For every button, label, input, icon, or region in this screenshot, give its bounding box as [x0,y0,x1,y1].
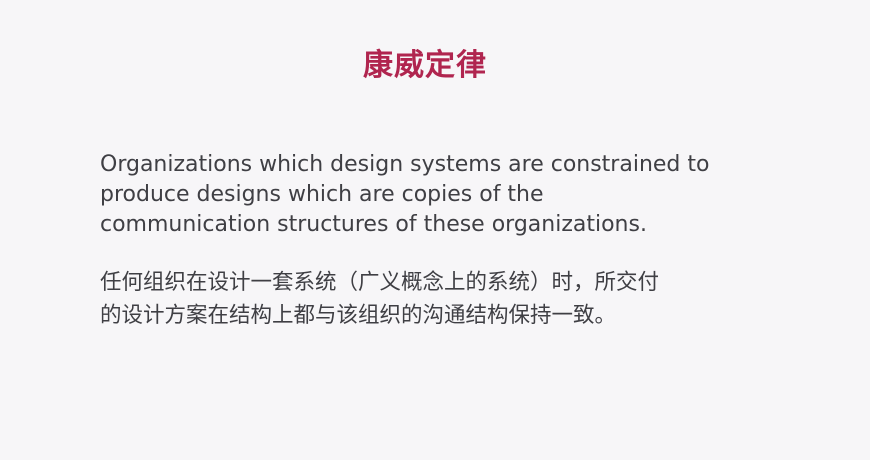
chinese-quote-line: 的设计方案在结构上都与该组织的沟通结构保持一致。 [100,303,617,328]
slide: 康威定律 Organizations which design systems … [0,0,870,460]
chinese-quote: 任何组织在设计一套系统（广义概念上的系统）时，所交付 的设计方案在结构上都与该组… [100,266,800,332]
english-quote-line: communication structures of these organi… [100,212,647,237]
chinese-quote-line: 任何组织在设计一套系统（广义概念上的系统）时，所交付 [100,270,660,295]
slide-title: 康威定律 [363,48,487,83]
english-quote-line: Organizations which design systems are c… [100,152,710,177]
english-quote: Organizations which design systems are c… [100,150,800,240]
english-quote-line: produce designs which are copies of the [100,182,544,207]
